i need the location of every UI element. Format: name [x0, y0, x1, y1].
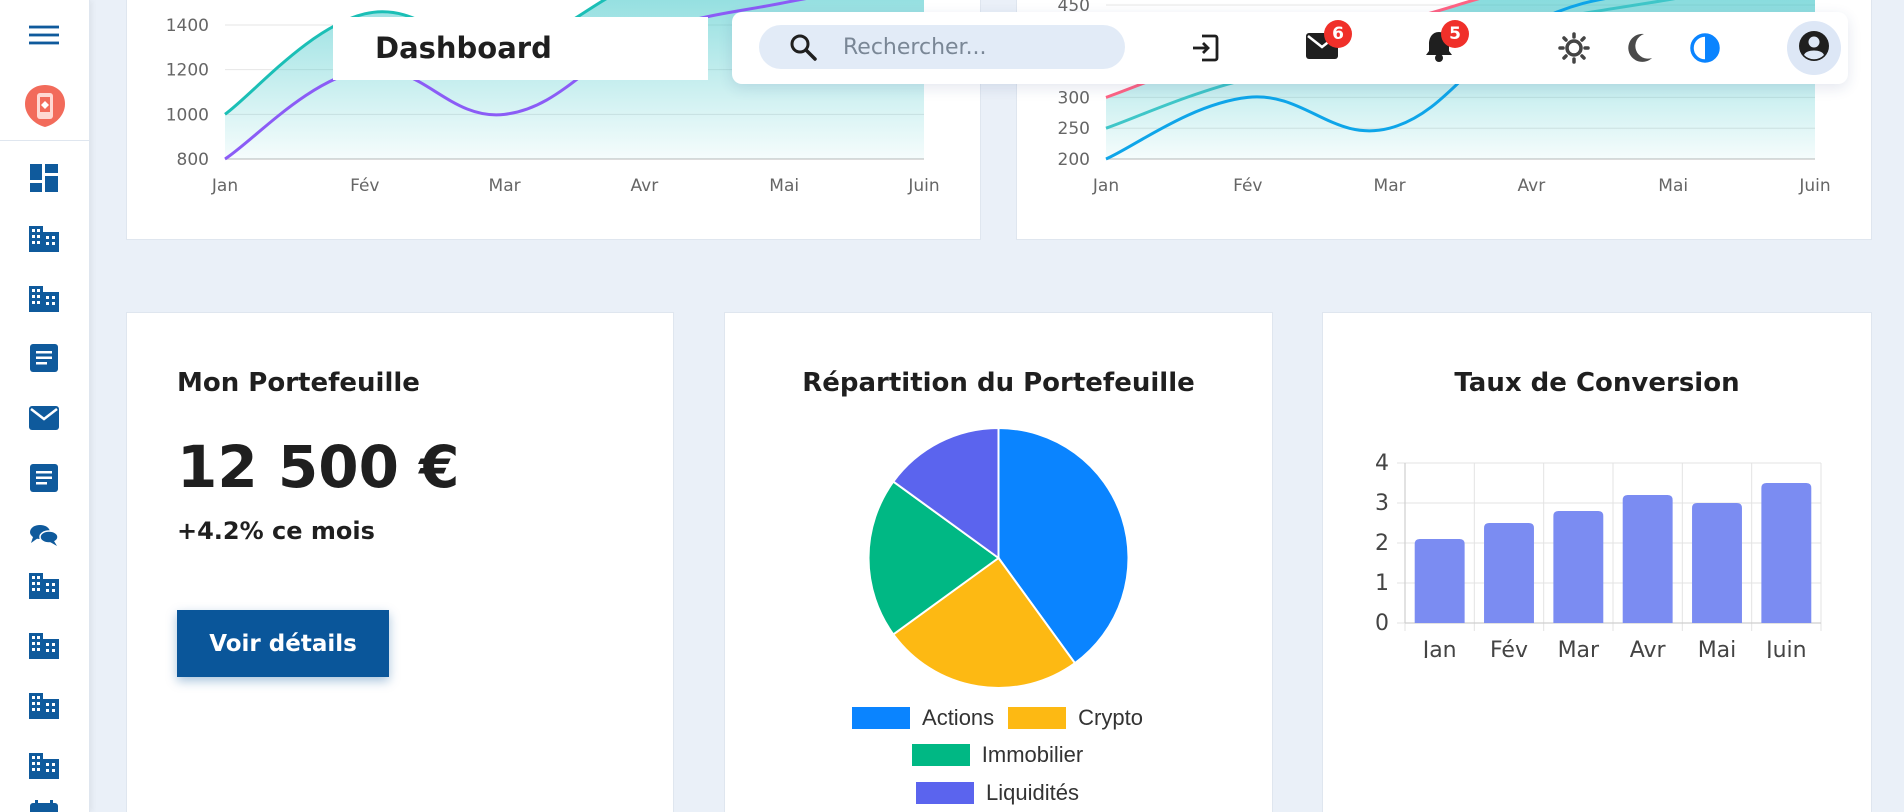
sidebar-divider	[0, 140, 90, 141]
mail-badge: 6	[1324, 20, 1352, 48]
y-tick-label: 2	[1375, 531, 1389, 556]
search-box	[759, 25, 1125, 69]
contrast-mode-icon[interactable]	[1685, 28, 1725, 68]
sidebar	[0, 0, 90, 812]
mail-button[interactable]: 6	[1302, 20, 1352, 68]
page-header: Dashboard	[333, 17, 708, 80]
notification-badge: 5	[1441, 20, 1469, 48]
search-icon[interactable]	[789, 33, 817, 65]
legend-item[interactable]: Liquidités	[916, 780, 1079, 806]
building-icon[interactable]	[29, 283, 59, 313]
legend-label: Actions	[922, 705, 995, 730]
bar	[1484, 523, 1534, 623]
distribution-title: Répartition du Portefeuille	[802, 368, 1195, 398]
legend-swatch	[911, 744, 970, 766]
conversion-bar-chart: 0 1 2 3 4 Jan Fév Mar Avr Mai Juin	[1375, 451, 1822, 658]
bar	[1553, 511, 1604, 623]
x-tick-label: Mar	[1374, 176, 1406, 196]
bar	[1692, 503, 1742, 623]
legend-swatch	[916, 782, 975, 804]
y-tick-label: 4	[1375, 451, 1389, 476]
x-tick-label: Mai	[1658, 176, 1688, 196]
user-icon	[1798, 30, 1830, 66]
view-details-button[interactable]: Voir détails	[177, 610, 389, 677]
portfolio-card: Mon Portefeuille 12 500 € +4.2% ce mois …	[126, 312, 674, 812]
building-icon[interactable]	[29, 630, 59, 660]
legend-item[interactable]: Immobilier	[911, 742, 1084, 768]
distribution-card: Répartition du Portefeuille Actions Crypt…	[724, 312, 1273, 812]
y-tick-label: 1000	[166, 105, 209, 125]
legend-row: Actions Crypto	[725, 705, 1270, 731]
x-tick-label: Avr	[1518, 176, 1546, 196]
document-icon[interactable]	[29, 463, 59, 493]
y-tick-label: 0	[1375, 611, 1389, 636]
x-tick-label: Avr	[1630, 638, 1667, 658]
light-mode-icon[interactable]	[1554, 28, 1594, 68]
user-avatar[interactable]	[1787, 21, 1841, 75]
x-tick-label: Mai	[769, 176, 799, 196]
building-icon[interactable]	[29, 223, 59, 253]
x-tick-label: Juin	[907, 176, 939, 196]
y-tick-label: 3	[1375, 491, 1389, 516]
dashboard-icon[interactable]	[29, 163, 59, 193]
conversion-card: Taux de Conversion 0 1 2 3 4 Jan Fév Mar Avr Mai J…	[1322, 312, 1872, 812]
bar	[1622, 495, 1673, 623]
menu-icon[interactable]	[29, 20, 59, 50]
notification-button[interactable]: 5	[1419, 20, 1469, 68]
building-icon[interactable]	[29, 690, 59, 720]
portfolio-title: Mon Portefeuille	[177, 368, 420, 398]
y-tick-label: 800	[177, 150, 209, 170]
calendar-icon[interactable]	[29, 800, 59, 812]
x-tick-label: Mai	[1698, 638, 1737, 658]
legend-swatch	[1008, 707, 1067, 729]
legend-swatch	[852, 707, 911, 729]
logout-icon[interactable]	[1185, 28, 1225, 68]
document-icon[interactable]	[29, 343, 59, 373]
top-bar: 6 5	[732, 12, 1848, 84]
search-input[interactable]	[843, 25, 1113, 69]
legend-row: Liquidités	[725, 780, 1270, 806]
legend-item[interactable]: Actions	[852, 705, 994, 731]
legend-row: Immobilier	[725, 742, 1270, 768]
x-tick-label: Jan	[211, 176, 238, 196]
dark-mode-icon[interactable]	[1619, 28, 1659, 68]
portfolio-change: +4.2% ce mois	[177, 517, 375, 545]
x-tick-label: Juin	[1798, 176, 1830, 196]
x-tick-label: Jan	[1092, 176, 1119, 196]
y-tick-label: 300	[1058, 88, 1090, 108]
bar	[1761, 483, 1812, 623]
x-tick-label: Fév	[1233, 176, 1262, 196]
legend-label: Crypto	[1078, 705, 1143, 730]
building-icon[interactable]	[29, 570, 59, 600]
y-tick-label: 1400	[166, 16, 209, 36]
legend-label: Liquidités	[986, 780, 1079, 805]
y-tick-label: 1200	[166, 61, 209, 81]
app-logo-icon[interactable]	[22, 83, 68, 129]
y-tick-label: 200	[1058, 150, 1090, 170]
x-tick-label: Mar	[489, 176, 521, 196]
x-tick-label: Juin	[1764, 638, 1807, 658]
building-icon[interactable]	[29, 750, 59, 780]
x-tick-label: Fév	[1490, 638, 1528, 658]
x-tick-label: Mar	[1558, 638, 1600, 658]
conversion-title: Taux de Conversion	[1454, 368, 1740, 398]
page-title: Dashboard	[375, 31, 552, 65]
chat-icon[interactable]	[29, 520, 59, 550]
bar	[1414, 539, 1465, 623]
legend-item[interactable]: Crypto	[1008, 705, 1143, 731]
x-tick-label: Jan	[1421, 638, 1457, 658]
x-tick-label: Fév	[350, 176, 379, 196]
portfolio-value: 12 500 €	[177, 433, 460, 501]
legend-label: Immobilier	[981, 742, 1084, 767]
y-tick-label: 1	[1375, 571, 1389, 596]
y-tick-label: 250	[1058, 119, 1090, 139]
mail-icon[interactable]	[29, 403, 59, 433]
x-tick-label: Avr	[631, 176, 659, 196]
distribution-pie-chart	[867, 428, 1130, 688]
